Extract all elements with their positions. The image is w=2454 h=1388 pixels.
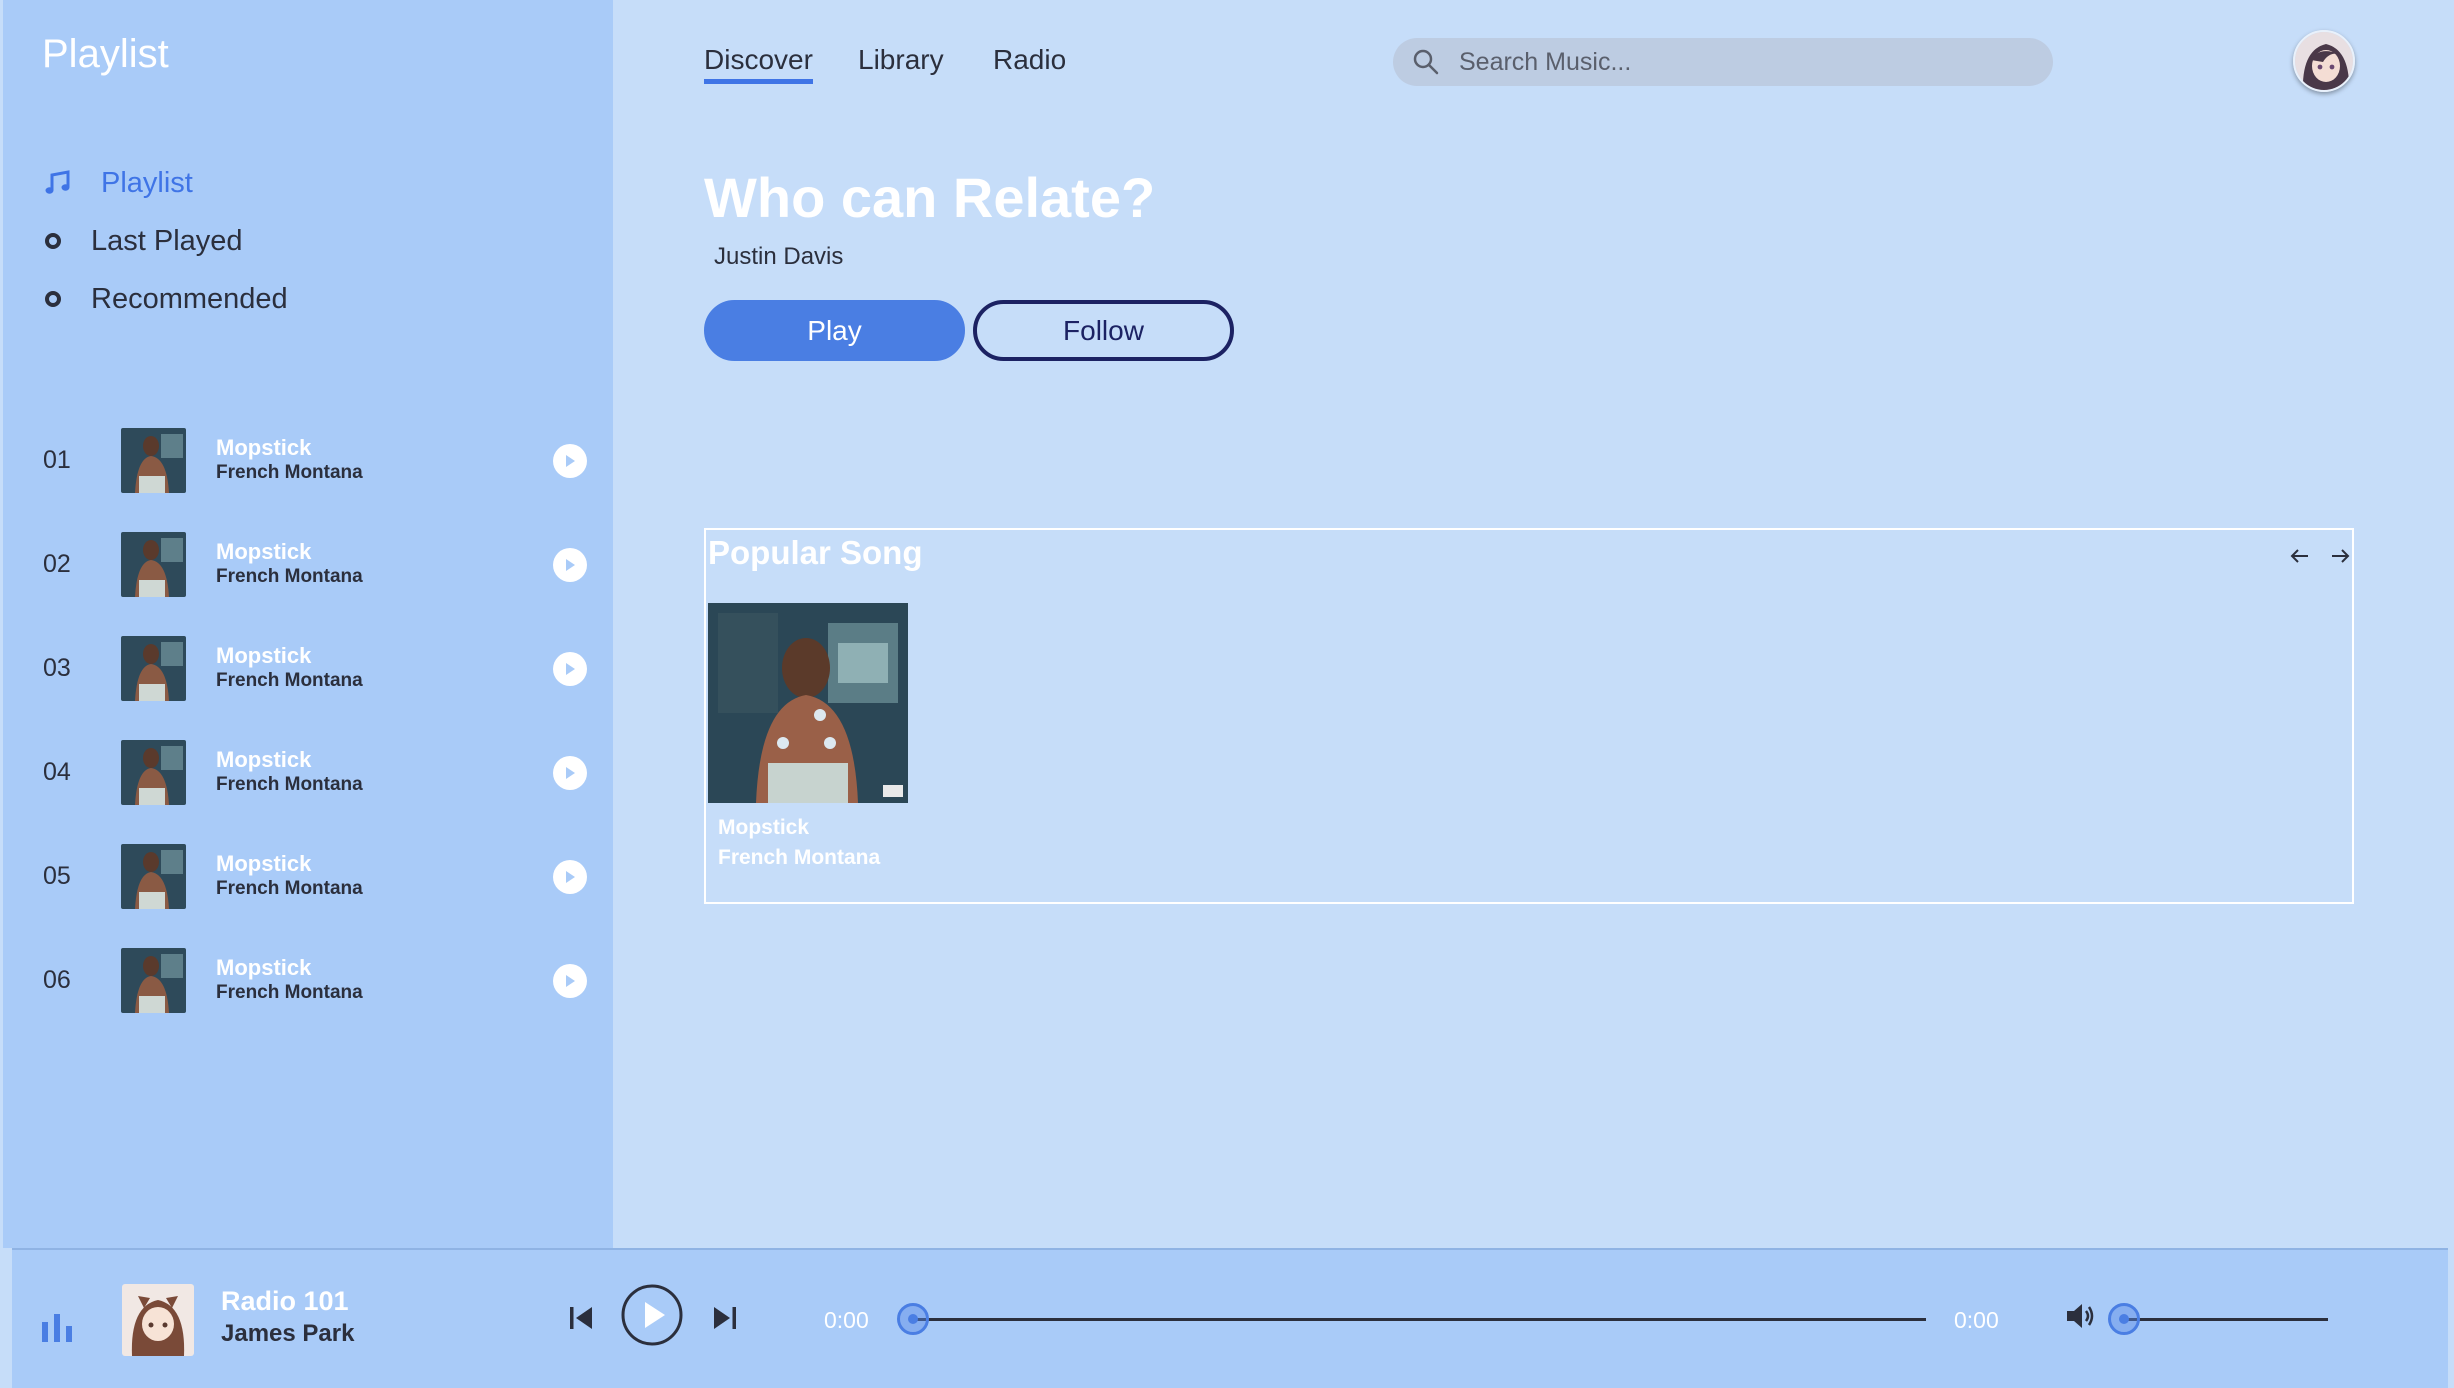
track-row[interactable]: 06 Mopstick French Montana <box>43 947 593 1013</box>
sidebar-item-playlist[interactable]: Playlist <box>43 158 583 208</box>
play-icon[interactable] <box>553 652 587 686</box>
search-icon <box>1413 49 1439 75</box>
track-artist: French Montana <box>216 462 363 483</box>
track-number: 05 <box>43 861 71 890</box>
track-artist: French Montana <box>216 670 363 691</box>
track-row[interactable]: 05 Mopstick French Montana <box>43 843 593 909</box>
tab-library[interactable]: Library <box>858 44 944 76</box>
equalizer-icon[interactable] <box>40 1312 74 1342</box>
play-icon[interactable] <box>553 548 587 582</box>
sidebar: Playlist Playlist Last Played Recommende… <box>3 0 613 1248</box>
track-number: 04 <box>43 757 71 786</box>
album-art <box>121 531 186 597</box>
track-number: 03 <box>43 653 71 682</box>
circle-icon <box>45 291 61 307</box>
music-note-icon <box>45 170 70 194</box>
album-art <box>121 947 186 1013</box>
sidebar-item-label: Last Played <box>91 224 243 257</box>
search-input[interactable] <box>1459 47 2019 77</box>
play-icon[interactable] <box>553 756 587 790</box>
volume-knob[interactable] <box>2108 1303 2140 1335</box>
sidebar-item-recommended[interactable]: Recommended <box>43 274 583 324</box>
track-title: Mopstick <box>216 747 312 772</box>
play-icon[interactable] <box>553 860 587 894</box>
tab-radio[interactable]: Radio <box>993 44 1066 76</box>
album-art <box>121 843 186 909</box>
track-row[interactable]: 01 Mopstick French Montana <box>43 427 593 493</box>
track-title: Mopstick <box>216 643 312 668</box>
sidebar-item-label: Playlist <box>101 166 193 199</box>
track-artist: French Montana <box>216 878 363 899</box>
player-bar: Radio 101 James Park 0:00 0:00 <box>12 1248 2448 1388</box>
page-title: Who can Relate? <box>704 166 1156 229</box>
song-title: Mopstick <box>718 816 810 839</box>
sidebar-title: Playlist <box>42 32 169 76</box>
album-art <box>121 427 186 493</box>
station-name: Radio 101 <box>221 1286 349 1316</box>
search-bar <box>1393 38 2053 86</box>
track-title: Mopstick <box>216 435 312 460</box>
total-time: 0:00 <box>1954 1307 1999 1333</box>
sidebar-item-label: Recommended <box>91 282 288 315</box>
track-number: 06 <box>43 965 71 994</box>
elapsed-time: 0:00 <box>824 1307 869 1333</box>
popular-section: Popular Song Mopstick French Montana <box>704 528 2354 904</box>
arrow-right-icon[interactable] <box>2328 544 2352 568</box>
skip-next-icon[interactable] <box>712 1304 738 1332</box>
track-row[interactable]: 04 Mopstick French Montana <box>43 739 593 805</box>
progress-slider[interactable] <box>912 1318 1926 1321</box>
play-icon[interactable] <box>553 444 587 478</box>
avatar[interactable] <box>2293 30 2355 92</box>
arrow-left-icon[interactable] <box>2288 544 2312 568</box>
volume-icon[interactable] <box>2064 1300 2096 1332</box>
track-artist: French Montana <box>216 566 363 587</box>
track-title: Mopstick <box>216 539 312 564</box>
play-button[interactable]: Play <box>704 300 965 361</box>
play-icon[interactable] <box>553 964 587 998</box>
track-title: Mopstick <box>216 851 312 876</box>
section-title: Popular Song <box>708 534 923 571</box>
song-artist: French Montana <box>718 846 881 869</box>
follow-button[interactable]: Follow <box>973 300 1234 361</box>
track-number: 01 <box>43 445 71 474</box>
album-art <box>121 635 186 701</box>
sidebar-item-last-played[interactable]: Last Played <box>43 216 583 266</box>
circle-icon <box>45 233 61 249</box>
volume-slider[interactable] <box>2122 1318 2328 1321</box>
track-number: 02 <box>43 549 71 578</box>
track-title: Mopstick <box>216 955 312 980</box>
album-art <box>121 739 186 805</box>
album-cover[interactable] <box>708 603 908 803</box>
station-artist: James Park <box>221 1320 355 1347</box>
progress-knob[interactable] <box>897 1303 929 1335</box>
track-artist: French Montana <box>216 774 363 795</box>
track-row[interactable]: 03 Mopstick French Montana <box>43 635 593 701</box>
track-row[interactable]: 02 Mopstick French Montana <box>43 531 593 597</box>
track-artist: French Montana <box>216 982 363 1003</box>
artist-name: Justin Davis <box>714 243 844 270</box>
play-pause-icon[interactable] <box>620 1283 684 1347</box>
tab-discover[interactable]: Discover <box>704 44 813 84</box>
skip-previous-icon[interactable] <box>568 1304 594 1332</box>
station-cover <box>122 1284 194 1356</box>
